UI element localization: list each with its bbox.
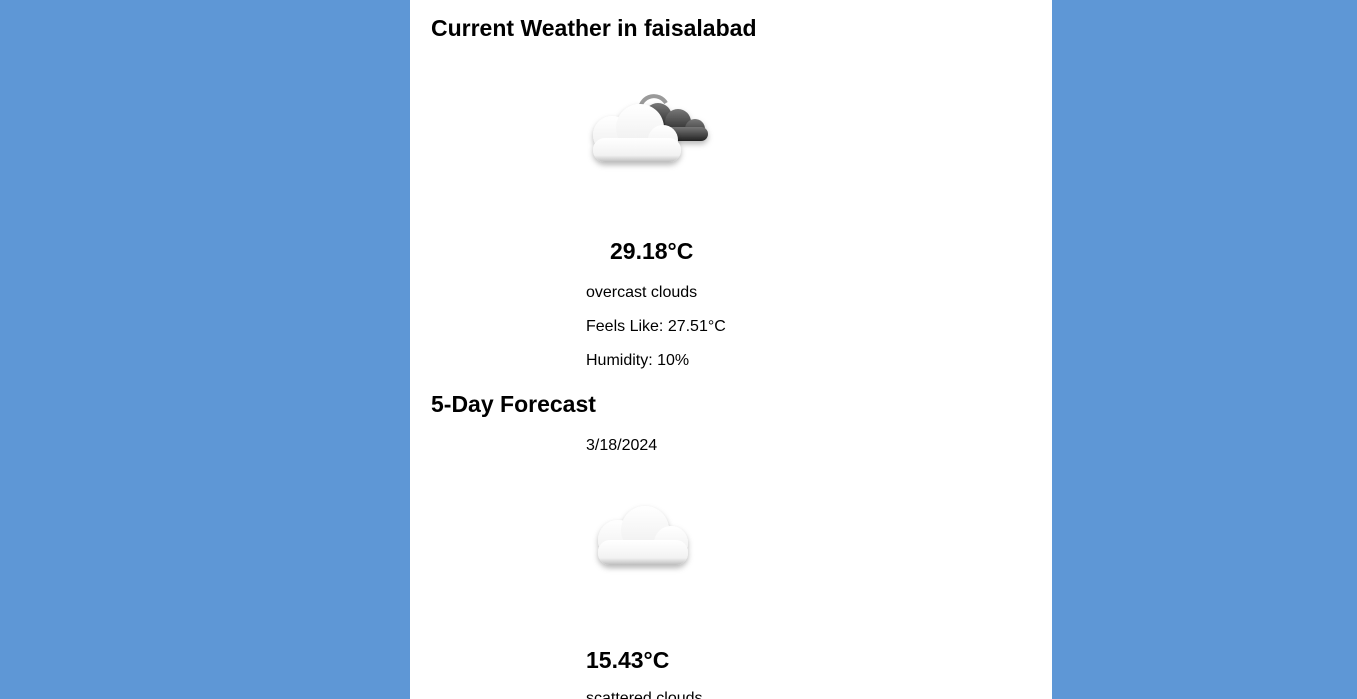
current-description: overcast clouds <box>586 284 698 301</box>
overcast-clouds-svg <box>593 94 708 162</box>
overcast-clouds-icon <box>580 85 720 185</box>
scattered-clouds-icon <box>588 495 728 595</box>
forecast-temperature: 15.43°C <box>586 647 670 673</box>
forecast-description: scattered clouds <box>586 690 703 699</box>
forecast-date: 3/18/2024 <box>586 437 658 454</box>
weather-card: Current Weather in faisalabad 29.18°C ov… <box>410 0 1052 699</box>
feels-like: Feels Like: 27.51°C <box>586 318 726 335</box>
forecast-title: 5-Day Forecast <box>431 391 596 417</box>
humidity: Humidity: 10% <box>586 352 690 369</box>
current-temperature: 29.18°C <box>610 238 694 264</box>
scattered-clouds-svg <box>598 506 688 565</box>
current-weather-title: Current Weather in faisalabad <box>431 15 757 41</box>
